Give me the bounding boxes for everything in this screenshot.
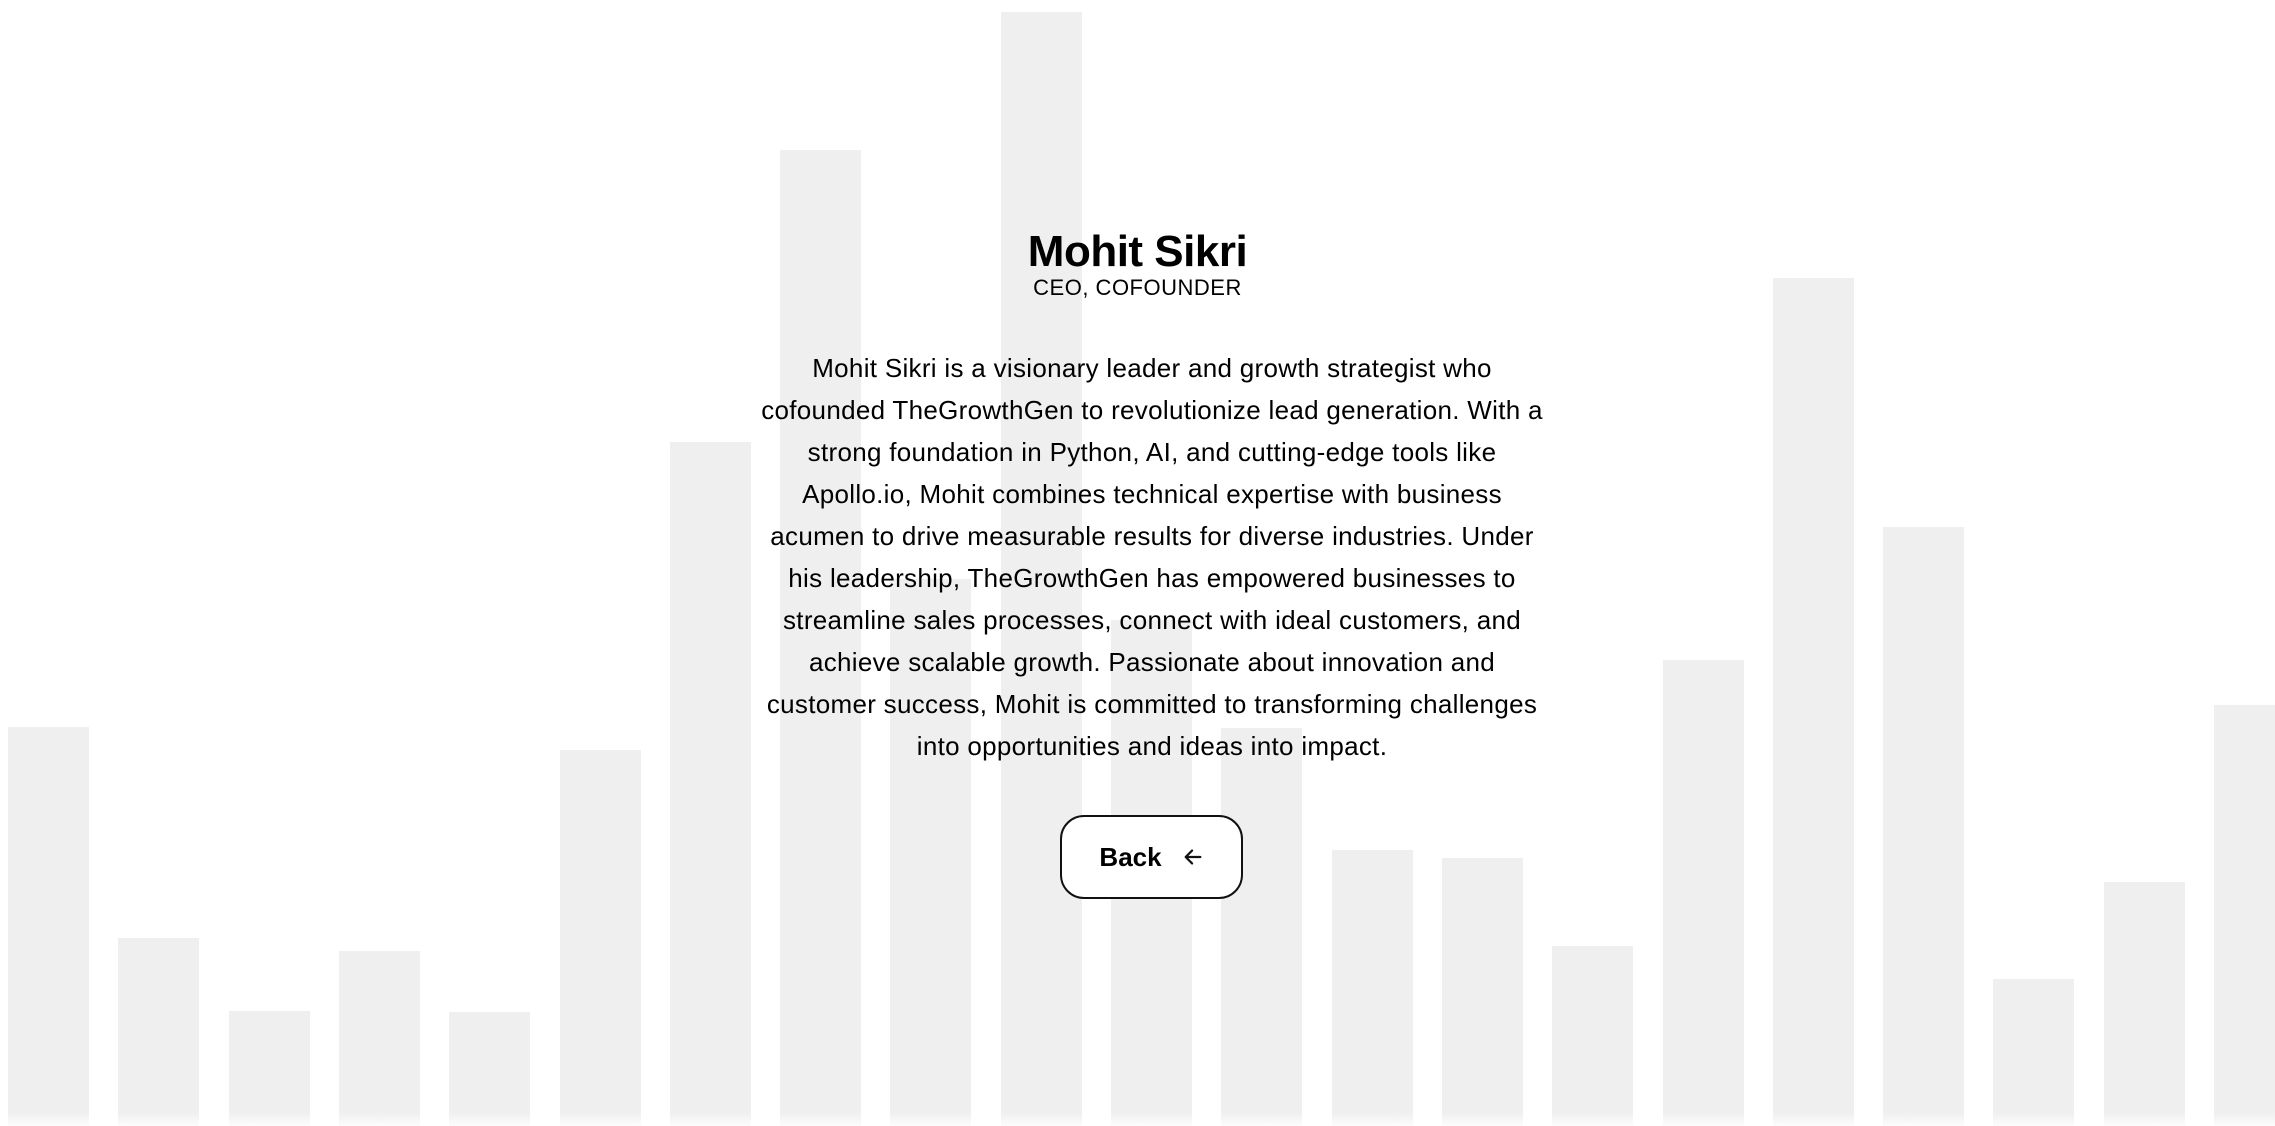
back-button[interactable]: Back xyxy=(1060,815,1243,899)
profile-section: Mohit Sikri CEO, COFOUNDER Mohit Sikri i… xyxy=(0,0,2275,1126)
back-button-label: Back xyxy=(1099,841,1162,872)
profile-name: Mohit Sikri xyxy=(1027,227,1248,276)
arrow-left-icon xyxy=(1184,849,1202,865)
bottom-fade xyxy=(0,1112,2275,1126)
page: Mohit Sikri CEO, COFOUNDER Mohit Sikri i… xyxy=(0,0,2275,1126)
profile-bio: Mohit Sikri is a visionary leader and gr… xyxy=(761,353,1543,761)
profile-role: CEO, COFOUNDER xyxy=(1033,275,1242,300)
